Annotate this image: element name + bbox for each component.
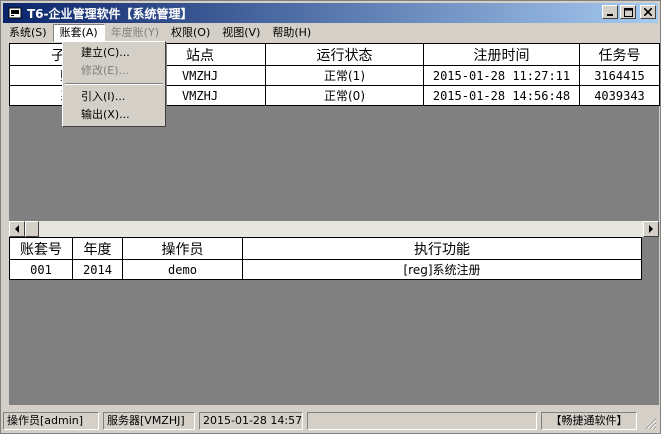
status-brand: 【畅捷通软件】	[541, 412, 637, 430]
maximize-button[interactable]	[620, 5, 636, 19]
operation-log-table: 账套号 年度 操作员 执行功能 001 2014 demo [reg]系统注册	[9, 237, 642, 280]
column-header-task-id[interactable]: 任务号	[579, 43, 660, 66]
menu-system[interactable]: 系统(S)	[3, 24, 53, 42]
column-header-account-set-no[interactable]: 账套号	[9, 237, 73, 260]
arrow-right-icon	[649, 225, 653, 233]
account-set-menu: 建立(C)... 修改(E)... 引入(I)... 输出(X)...	[62, 41, 166, 127]
column-header-status[interactable]: 运行状态	[265, 43, 424, 66]
status-spacer	[307, 412, 537, 430]
menu-item-import[interactable]: 引入(I)...	[63, 88, 165, 106]
cell-register-time: 2015-01-28 11:27:11	[423, 65, 580, 86]
cell-status: 正常(0)	[265, 85, 424, 106]
minimize-icon	[607, 14, 613, 16]
menu-help[interactable]: 帮助(H)	[266, 24, 317, 42]
status-server: 服务器[VMZHJ]	[103, 412, 195, 430]
column-header-year[interactable]: 年度	[72, 237, 123, 260]
menu-permissions[interactable]: 权限(O)	[165, 24, 216, 42]
menu-item-create[interactable]: 建立(C)...	[63, 44, 165, 62]
table-row[interactable]: 001 2014 demo [reg]系统注册	[9, 259, 642, 280]
cell-function: [reg]系统注册	[242, 259, 642, 280]
cell-register-time: 2015-01-28 14:56:48	[423, 85, 580, 106]
cell-task-id: 4039343	[579, 85, 660, 106]
operation-log-grid-area: 账套号 年度 操作员 执行功能 001 2014 demo [reg]系统注册	[9, 237, 659, 405]
status-operator: 操作员[admin]	[3, 412, 99, 430]
cell-operator: demo	[122, 259, 243, 280]
close-button[interactable]	[640, 5, 656, 19]
scroll-thumb[interactable]	[25, 221, 39, 237]
window-title: T6-企业管理软件【系统管理】	[27, 6, 193, 21]
menu-bar: 系统(S) 账套(A) 年度账(Y) 权限(O) 视图(V) 帮助(H)	[3, 23, 658, 43]
minimize-button[interactable]	[602, 5, 618, 19]
cell-account-set-no: 001	[9, 259, 73, 280]
close-icon	[644, 8, 652, 16]
app-window: T6-企业管理软件【系统管理】 系统(S) 账套(A) 年度账(Y) 权限(O)…	[0, 0, 661, 434]
column-header-operator[interactable]: 操作员	[122, 237, 243, 260]
resize-grip-icon[interactable]	[645, 418, 657, 430]
horizontal-scrollbar[interactable]	[9, 221, 659, 237]
menu-view[interactable]: 视图(V)	[216, 24, 266, 42]
scroll-left-button[interactable]	[9, 221, 25, 237]
menu-annual-account[interactable]: 年度账(Y)	[105, 24, 165, 42]
menu-separator	[65, 83, 163, 85]
menu-item-modify[interactable]: 修改(E)...	[63, 62, 165, 80]
title-bar[interactable]: T6-企业管理软件【系统管理】	[3, 3, 658, 23]
status-bar: 操作员[admin] 服务器[VMZHJ] 2015-01-28 14:57 【…	[3, 411, 658, 431]
cell-year: 2014	[72, 259, 123, 280]
menu-account-set[interactable]: 账套(A)	[52, 24, 105, 42]
column-header-function[interactable]: 执行功能	[242, 237, 642, 260]
cell-task-id: 3164415	[579, 65, 660, 86]
scroll-right-button[interactable]	[643, 221, 659, 237]
status-datetime: 2015-01-28 14:57	[199, 412, 303, 430]
maximize-icon	[623, 7, 633, 17]
app-icon	[7, 5, 23, 21]
column-header-register-time[interactable]: 注册时间	[423, 43, 580, 66]
cell-status: 正常(1)	[265, 65, 424, 86]
menu-item-export[interactable]: 输出(X)...	[63, 106, 165, 124]
arrow-left-icon	[15, 225, 19, 233]
table-header-row: 账套号 年度 操作员 执行功能	[9, 237, 642, 260]
